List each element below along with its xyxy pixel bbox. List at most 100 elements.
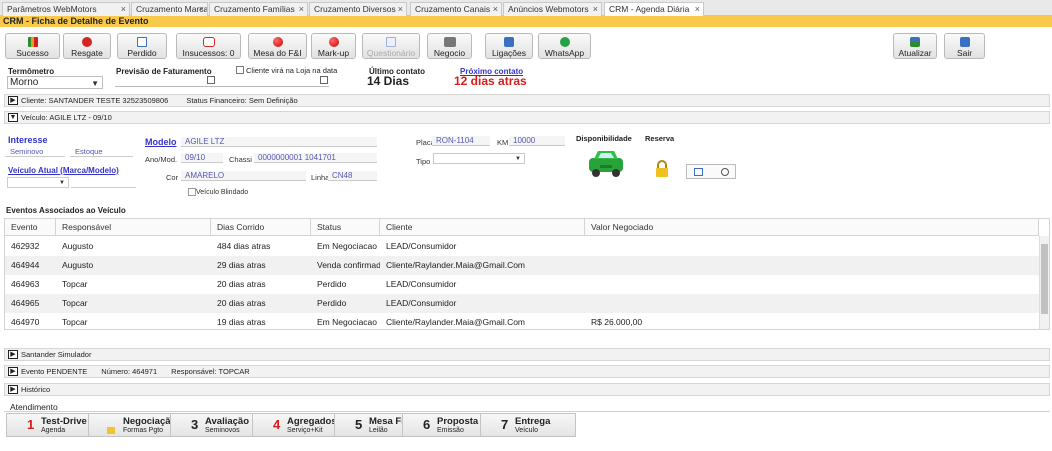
expand-arrow-icon[interactable]: ▶ <box>8 385 18 394</box>
table-scrollbar[interactable] <box>1039 236 1049 329</box>
chevron-down-icon: ▼ <box>91 79 99 88</box>
reserva-label: Reserva <box>645 134 675 143</box>
termometro-select[interactable]: Morno ▼ <box>7 76 103 89</box>
previsao-label: Previsão de Faturamento <box>116 67 212 76</box>
questionario-button[interactable]: Questionário <box>362 33 420 59</box>
column-header[interactable]: Valor Negociado <box>585 219 1039 236</box>
cliente-loja-checkbox[interactable] <box>236 66 244 74</box>
close-icon[interactable]: × <box>398 3 403 16</box>
estoque-option[interactable]: Estoque <box>70 147 133 157</box>
responsavel-cell: Augusto <box>62 260 94 270</box>
cliente-section[interactable]: ▶ Cliente: SANTANDER TESTE 32523509806 Sta… <box>4 94 1050 107</box>
whatsapp-icon <box>559 37 570 47</box>
toolbar: Sucesso Resgate Perdido Insucessos: 0 Me… <box>0 27 1052 63</box>
close-icon[interactable]: × <box>593 3 598 16</box>
scrollbar-thumb[interactable] <box>1041 244 1048 314</box>
expand-arrow-icon[interactable]: ▶ <box>8 96 18 105</box>
close-icon[interactable]: × <box>695 3 700 16</box>
tab-parametros-webmotors[interactable]: Parâmetros WebMotors × <box>2 2 130 16</box>
termometro-label: Termômetro <box>8 67 55 76</box>
status-financeiro-text: Status Financeiro: Sem Definição <box>186 96 298 105</box>
expand-arrow-icon[interactable]: ▶ <box>8 367 18 376</box>
veiculo-atual-marca-select[interactable]: ▼ <box>7 177 69 188</box>
resgate-button[interactable]: Resgate <box>63 33 111 59</box>
chevron-down-icon: ▼ <box>59 180 65 186</box>
cliente-text: Cliente: SANTANDER TESTE 32523509806 <box>21 96 169 105</box>
reserva-actions <box>686 164 736 179</box>
anomod-label: Ano/Mod. <box>145 155 178 164</box>
column-header[interactable]: Status <box>311 219 380 236</box>
veiculo-section[interactable]: ▼ Veículo: AGILE LTZ - 09/10 <box>4 111 1050 124</box>
tab-label: Cruzamento Canais <box>415 4 491 14</box>
tab-cruzamento-canais[interactable]: Cruzamento Canais × <box>410 2 502 16</box>
column-header[interactable]: Dias Corrido <box>211 219 311 236</box>
tipo-select[interactable]: ▼ <box>433 153 525 164</box>
linha-label: Linha <box>311 173 330 182</box>
santander-section[interactable]: ▶ Santander Simulador <box>4 348 1050 361</box>
proximo-contato-value: 12 dias atras <box>454 74 527 88</box>
blindado-checkbox[interactable] <box>188 188 196 196</box>
table-row[interactable]: 464970 Topcar 19 dias atras Em Negociaca… <box>5 313 1039 329</box>
column-header[interactable]: Cliente <box>380 219 585 236</box>
atualizar-button[interactable]: Atualizar <box>893 33 937 59</box>
step-entrega[interactable]: 7 Entrega Veículo <box>480 413 576 437</box>
column-header[interactable]: Responsável <box>56 219 211 236</box>
sair-button[interactable]: Sair <box>944 33 985 59</box>
close-icon[interactable]: × <box>299 3 304 16</box>
step-title: Mesa FI <box>369 416 404 427</box>
sucesso-button[interactable]: Sucesso <box>5 33 60 59</box>
evento-section[interactable]: ▶ Evento PENDENTE Número: 464971 Responsáve… <box>4 365 1050 378</box>
step-title: Test-Drive <box>41 416 87 427</box>
historico-section[interactable]: ▶ Histórico <box>4 383 1050 396</box>
calendar-icon[interactable] <box>320 76 328 84</box>
status-cell: Perdido <box>317 298 347 308</box>
column-header[interactable]: Evento <box>5 219 56 236</box>
mark-up-button[interactable]: Mark-up <box>311 33 356 59</box>
tab-anuncios-webmotors[interactable]: Anúncios Webmotors × <box>503 2 602 16</box>
previsao-input[interactable] <box>115 76 329 87</box>
step-number: 6 <box>423 417 431 432</box>
tab-cruzamento-marcas[interactable]: Cruzamento Marcas × <box>131 2 208 16</box>
table-row[interactable]: 464963 Topcar 20 dias atras Perdido LEAD… <box>5 275 1039 294</box>
evento-cell: 462932 <box>11 241 40 251</box>
expand-arrow-icon[interactable]: ▶ <box>8 350 18 359</box>
tab-cruzamento-diversos[interactable]: Cruzamento Diversos × <box>309 2 407 16</box>
whatsapp-button[interactable]: WhatsApp <box>538 33 591 59</box>
chart-icon <box>27 37 38 47</box>
car-available-icon <box>585 148 627 180</box>
table-row[interactable]: 462932 Augusto 484 dias atras Em Negocia… <box>5 237 1039 256</box>
close-icon[interactable]: × <box>199 3 204 16</box>
step-title: Proposta <box>437 416 479 427</box>
document-icon <box>386 37 396 47</box>
veiculo-atual-link[interactable]: Veículo Atual (Marca/Modelo) <box>8 166 119 175</box>
button-label: Ligações <box>491 48 527 58</box>
calendar-icon[interactable] <box>207 76 215 84</box>
linha-field: CN48 <box>328 171 377 181</box>
evento-text: Evento PENDENTE <box>21 367 88 376</box>
ligacoes-button[interactable]: Ligações <box>485 33 533 59</box>
tab-crm-agenda-diaria[interactable]: CRM - Agenda Diária × <box>604 2 704 17</box>
perdido-button[interactable]: Perdido <box>117 33 167 59</box>
tab-label: Cruzamento Diversos <box>314 4 396 14</box>
collapse-arrow-icon[interactable]: ▼ <box>8 113 18 122</box>
current-step-marker-icon <box>107 427 115 434</box>
veiculo-atual-modelo-input[interactable] <box>71 177 136 188</box>
seminovo-option[interactable]: Seminovo <box>5 147 65 157</box>
tab-cruzamento-familias[interactable]: Cruzamento Famílias × <box>209 2 308 16</box>
settings-icon[interactable] <box>721 168 729 176</box>
negocio-button[interactable]: Negocio <box>427 33 472 59</box>
chevron-down-icon: ▼ <box>515 156 521 162</box>
close-icon[interactable]: × <box>121 3 126 16</box>
mesa-fi-button[interactable]: Mesa do F&I <box>248 33 307 59</box>
document-icon[interactable] <box>694 168 703 176</box>
step-number: 3 <box>191 417 199 432</box>
close-icon[interactable]: × <box>493 3 498 16</box>
insucessos-button[interactable]: Insucessos: 0 <box>176 33 241 59</box>
chassi-label: Chassi <box>229 155 252 164</box>
disponibilidade-label: Disponibilidade <box>576 134 632 143</box>
responsavel-cell: Topcar <box>62 317 88 327</box>
modelo-link[interactable]: Modelo <box>145 137 177 147</box>
table-row[interactable]: 464944 Augusto 29 dias atras Venda confi… <box>5 256 1039 275</box>
table-row[interactable]: 464965 Topcar 20 dias atras Perdido LEAD… <box>5 294 1039 313</box>
step-title: Entrega <box>515 416 551 427</box>
